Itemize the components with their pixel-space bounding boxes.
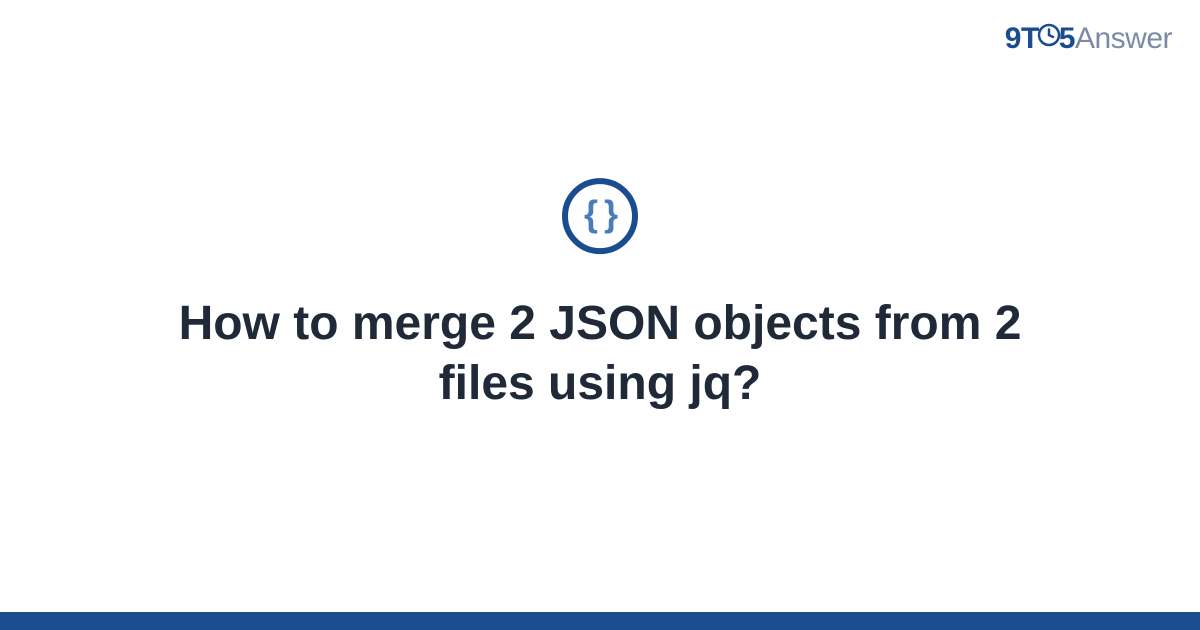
main-content: { } How to merge 2 JSON objects from 2 f… — [0, 178, 1200, 414]
logo-text-9: 9 — [1005, 22, 1021, 55]
topic-icon-circle: { } — [562, 178, 638, 254]
footer-bar — [0, 612, 1200, 630]
site-logo: 9T5Answer — [1005, 22, 1172, 57]
json-braces-icon: { } — [584, 196, 616, 232]
page-title: How to merge 2 JSON objects from 2 files… — [150, 294, 1050, 414]
logo-text-answer: Answer — [1075, 22, 1172, 55]
clock-icon — [1037, 21, 1061, 55]
logo-text-5: 5 — [1059, 22, 1075, 55]
